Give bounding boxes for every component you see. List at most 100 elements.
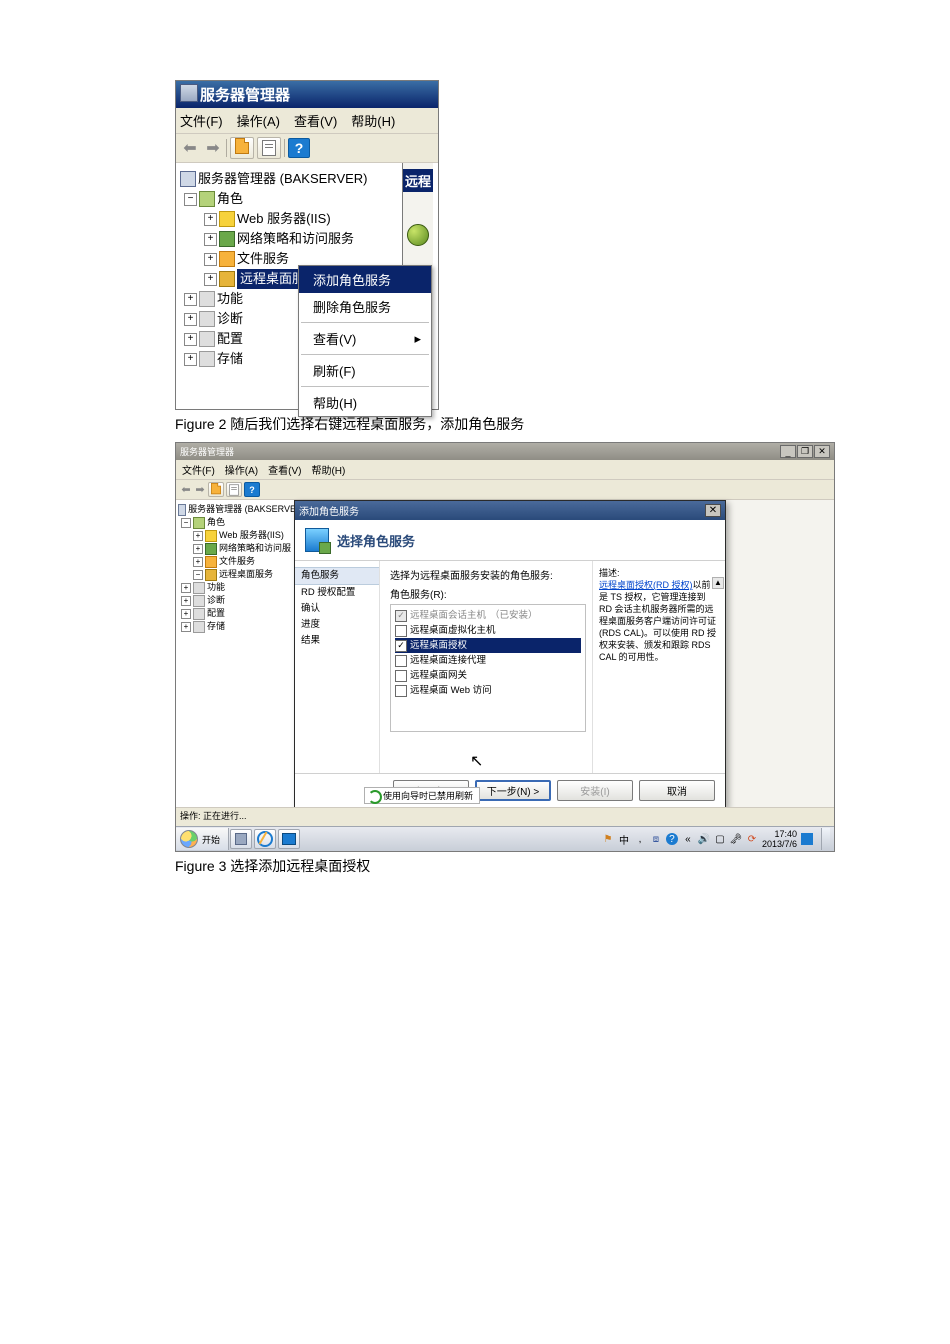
nav-result[interactable]: 结果: [301, 633, 379, 649]
tray-hidden-icons[interactable]: «: [682, 833, 694, 845]
svc-rd-licensing[interactable]: ✓ 远程桌面授权: [395, 638, 581, 653]
taskbar-clock[interactable]: 17:40 2013/7/6: [762, 829, 797, 849]
expand-icon[interactable]: +: [204, 253, 217, 266]
tray-unknown-icon[interactable]: [801, 833, 813, 845]
tree-storage[interactable]: 存储: [207, 620, 225, 633]
checkbox-icon[interactable]: [395, 655, 407, 667]
expand-icon[interactable]: +: [181, 583, 191, 593]
svc-rd-web-access[interactable]: 远程桌面 Web 访问: [395, 683, 581, 698]
menu-help[interactable]: 帮助(H): [311, 462, 345, 477]
menu-view[interactable]: 查看(V): [268, 462, 301, 477]
expand-icon[interactable]: +: [184, 293, 197, 306]
maximize-button[interactable]: ❐: [797, 445, 813, 458]
tree-iis[interactable]: Web 服务器(IIS): [237, 209, 331, 229]
tray-updates-icon[interactable]: ⟳: [746, 833, 758, 845]
checkbox-icon[interactable]: [395, 625, 407, 637]
taskbar-console[interactable]: [278, 829, 300, 849]
nav-back-icon[interactable]: ⬅: [180, 484, 192, 496]
expand-icon[interactable]: +: [193, 531, 203, 541]
close-button[interactable]: ✕: [814, 445, 830, 458]
expand-icon[interactable]: +: [204, 273, 217, 286]
tray-help-icon[interactable]: ?: [666, 833, 678, 845]
tree-file-services[interactable]: 文件服务: [237, 249, 289, 269]
ctx-view[interactable]: 查看(V) ▸: [299, 325, 431, 352]
checkbox-icon[interactable]: [395, 670, 407, 682]
tray-network-icon[interactable]: ⧈: [650, 833, 662, 845]
expand-icon[interactable]: +: [184, 313, 197, 326]
collapse-icon[interactable]: −: [193, 570, 203, 580]
menu-view[interactable]: 查看(V): [294, 111, 337, 130]
nav-progress[interactable]: 进度: [301, 617, 379, 633]
ctx-add-role-services[interactable]: 添加角色服务: [299, 266, 431, 293]
next-button[interactable]: 下一步(N) >: [475, 780, 551, 801]
tree-diagnostics[interactable]: 诊断: [207, 594, 225, 607]
tree-npas[interactable]: 网络策略和访问服: [219, 542, 291, 555]
help-button[interactable]: ?: [244, 482, 260, 497]
taskbar-server-manager[interactable]: [230, 829, 252, 849]
expand-icon[interactable]: +: [193, 544, 203, 554]
tray-ime1-icon[interactable]: 中: [618, 833, 630, 845]
expand-icon[interactable]: +: [204, 213, 217, 226]
tree-file-services[interactable]: 文件服务: [219, 555, 255, 568]
svc-rd-virtualization-host[interactable]: 远程桌面虚拟化主机: [395, 623, 581, 638]
tree-root[interactable]: 服务器管理器 (BAKSERVE: [188, 503, 296, 516]
menu-file[interactable]: 文件(F): [180, 111, 223, 130]
properties-button[interactable]: [257, 137, 281, 159]
tree-iis[interactable]: Web 服务器(IIS): [219, 529, 284, 542]
show-desktop-button[interactable]: [821, 828, 830, 850]
scroll-up-icon[interactable]: ▲: [712, 577, 724, 589]
nav-confirm[interactable]: 确认: [301, 601, 379, 617]
start-button[interactable]: 开始: [176, 828, 229, 850]
checkbox-checked-icon[interactable]: ✓: [395, 640, 407, 652]
tree-config[interactable]: 配置: [207, 607, 225, 620]
nav-forward-icon[interactable]: ➡: [194, 484, 206, 496]
tree-roles[interactable]: 角色: [217, 189, 243, 209]
menu-file[interactable]: 文件(F): [182, 462, 215, 477]
nav-forward-icon[interactable]: ➡: [203, 139, 223, 157]
up-level-button[interactable]: [208, 482, 224, 497]
expand-icon[interactable]: +: [184, 333, 197, 346]
help-button[interactable]: ?: [288, 138, 310, 158]
wizard-close-button[interactable]: ✕: [705, 504, 721, 517]
properties-button[interactable]: [226, 482, 242, 497]
up-level-button[interactable]: [230, 137, 254, 159]
ctx-refresh[interactable]: 刷新(F): [299, 357, 431, 384]
svc-rd-gateway[interactable]: 远程桌面网关: [395, 668, 581, 683]
tree-diagnostics[interactable]: 诊断: [217, 309, 243, 329]
collapse-icon[interactable]: −: [181, 518, 191, 528]
nav-role-services[interactable]: 角色服务: [295, 567, 379, 585]
tree-roles[interactable]: 角色: [207, 516, 225, 529]
tray-volume-icon[interactable]: 🔊: [698, 833, 710, 845]
expand-icon[interactable]: +: [181, 609, 191, 619]
tray-more-icon[interactable]: 🗝: [730, 833, 742, 845]
tree-features[interactable]: 功能: [207, 581, 225, 594]
menu-help[interactable]: 帮助(H): [351, 111, 395, 130]
tree-rds[interactable]: 远程桌面服务: [219, 568, 273, 581]
collapse-icon[interactable]: −: [184, 193, 197, 206]
expand-icon[interactable]: +: [184, 353, 197, 366]
expand-icon[interactable]: +: [204, 233, 217, 246]
tree-root[interactable]: 服务器管理器 (BAKSERVER): [198, 169, 368, 189]
cancel-button[interactable]: 取消: [639, 780, 715, 801]
tree-storage[interactable]: 存储: [217, 349, 243, 369]
tree-features[interactable]: 功能: [217, 289, 243, 309]
svc-rd-connection-broker[interactable]: 远程桌面连接代理: [395, 653, 581, 668]
nav-rd-license-config[interactable]: RD 授权配置: [301, 585, 379, 601]
ctx-remove-role-services[interactable]: 删除角色服务: [299, 293, 431, 320]
description-link[interactable]: 远程桌面授权(RD 授权): [599, 580, 693, 590]
expand-icon[interactable]: +: [193, 557, 203, 567]
tray-action-center-icon[interactable]: ⚑: [602, 833, 614, 845]
nav-back-icon[interactable]: ⬅: [180, 139, 200, 157]
menu-action[interactable]: 操作(A): [237, 111, 280, 130]
ctx-help[interactable]: 帮助(H): [299, 389, 431, 416]
taskbar-internet-explorer[interactable]: [254, 829, 276, 849]
tree-config[interactable]: 配置: [217, 329, 243, 349]
checkbox-icon[interactable]: [395, 685, 407, 697]
tree-npas[interactable]: 网络策略和访问服务: [237, 229, 354, 249]
expand-icon[interactable]: +: [181, 596, 191, 606]
tray-ime2-icon[interactable]: ,: [634, 833, 646, 845]
minimize-button[interactable]: _: [780, 445, 796, 458]
menu-action[interactable]: 操作(A): [225, 462, 258, 477]
expand-icon[interactable]: +: [181, 622, 191, 632]
tray-notification-icon[interactable]: ▢: [714, 833, 726, 845]
